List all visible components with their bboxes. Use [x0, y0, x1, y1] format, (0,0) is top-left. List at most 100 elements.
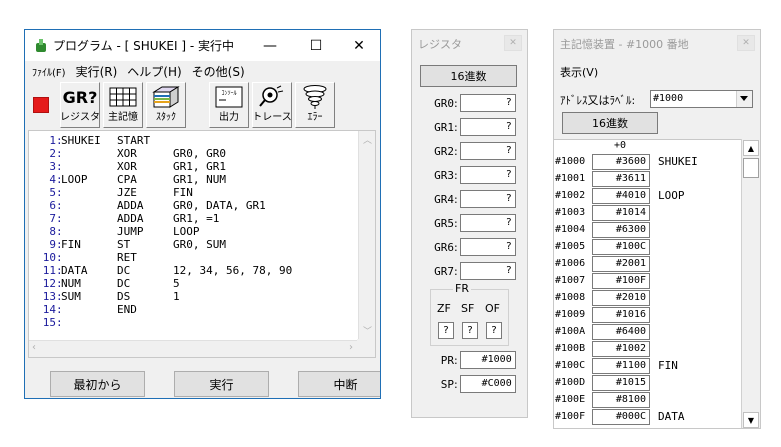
line-number: 11 — [42, 264, 56, 277]
memory-value[interactable]: #1016 — [592, 306, 650, 323]
sp-value: #C000 — [459, 375, 516, 393]
memory-grid-icon — [108, 84, 138, 110]
code-line[interactable]: 6: ADDA GR0, DATA, GR1 — [29, 199, 357, 212]
error-label: ｴﾗｰ — [307, 112, 323, 123]
toolbar: GR? レジスタ 主記憶 ｽﾀｯｸ ｺﾝｿｰﾙ 出力 トレース ｴﾗｰ — [25, 81, 380, 131]
memory-hex-button[interactable]: 16進数 — [562, 112, 658, 134]
scroll-down-icon[interactable]: ▼ — [743, 412, 759, 428]
restart-button[interactable]: 最初から — [50, 371, 145, 397]
code-line[interactable]: 12: NUM DC 5 — [29, 277, 357, 290]
code-horizontal-scrollbar[interactable]: ‹ › — [29, 340, 357, 357]
memory-value[interactable]: #3611 — [592, 170, 650, 187]
memory-value[interactable]: #100F — [592, 272, 650, 289]
memory-address: #1006 — [555, 258, 586, 269]
code-operand: 5 — [173, 277, 180, 290]
register-hex-button[interactable]: 16進数 — [420, 65, 517, 87]
memory-address: #1009 — [555, 309, 586, 320]
title-bar[interactable]: プログラム - [ SHUKEI ] - 実行中 — ☐ ✕ — [25, 30, 380, 61]
register-value: ? — [459, 166, 516, 184]
code-label: LOOP — [61, 173, 88, 186]
menu-file[interactable]: ﾌｧｲﾙ(F) — [32, 64, 66, 79]
register-button[interactable]: GR? レジスタ — [60, 82, 100, 128]
memory-value[interactable]: #6300 — [592, 221, 650, 238]
code-label — [61, 303, 117, 316]
error-button[interactable]: ｴﾗｰ — [295, 82, 335, 128]
memory-value[interactable]: #1014 — [592, 204, 650, 221]
line-number: 2 — [49, 147, 56, 160]
code-line[interactable]: 2: XOR GR0, GR0 — [29, 147, 357, 160]
register-colon: : — [454, 144, 458, 158]
memory-label: SHUKEI — [658, 155, 698, 168]
memory-vertical-scrollbar[interactable]: ▲ ▼ — [741, 139, 760, 428]
scroll-thumb[interactable] — [743, 158, 759, 178]
memory-label: LOOP — [658, 189, 685, 202]
memory-address: #1001 — [555, 173, 586, 184]
line-number: 5 — [49, 186, 56, 199]
output-button[interactable]: ｺﾝｿｰﾙ 出力 — [209, 82, 249, 128]
code-label: NUM — [61, 277, 81, 290]
code-line[interactable]: 3: XOR GR1, GR1 — [29, 160, 357, 173]
memory-value[interactable]: #1015 — [592, 374, 650, 391]
code-line[interactable]: 10: RET — [29, 251, 357, 264]
memory-value[interactable]: #6400 — [592, 323, 650, 340]
memory-value[interactable]: #1002 — [592, 340, 650, 357]
memory-button[interactable]: 主記憶 — [103, 82, 143, 128]
code-line[interactable]: 14: END — [29, 303, 357, 316]
register-row: GR0:? — [412, 93, 527, 113]
register-close-button[interactable]: ✕ — [504, 35, 522, 51]
register-value: ? — [459, 214, 516, 232]
code-operand: GR1, NUM — [173, 173, 226, 186]
register-colon: : — [454, 216, 458, 230]
stop-button[interactable]: 中断 — [298, 371, 380, 397]
memory-close-button[interactable]: ✕ — [737, 35, 755, 51]
memory-value[interactable]: #3600 — [592, 153, 650, 170]
memory-value[interactable]: #4010 — [592, 187, 650, 204]
register-colon: : — [454, 120, 458, 134]
memory-value[interactable]: #1100 — [592, 357, 650, 374]
code-opcode: ST — [117, 238, 131, 251]
code-line[interactable]: 11: DATA DC 12, 34, 56, 78, 90 — [29, 264, 357, 277]
memory-value[interactable]: #2010 — [592, 289, 650, 306]
source-code-view[interactable]: 1: SHUKEI START 2: XOR GR0, GR0 3: XOR GR1, GR1 4… — [28, 130, 376, 358]
stop-indicator-icon[interactable] — [33, 97, 49, 113]
address-combobox[interactable]: #1000 — [650, 90, 753, 108]
trace-button[interactable]: トレース — [252, 82, 292, 128]
of-value: ? — [486, 322, 502, 339]
address-value: #1000 — [653, 93, 684, 104]
code-line[interactable]: 9: FIN ST GR0, SUM — [29, 238, 357, 251]
stack-button[interactable]: ｽﾀｯｸ — [146, 82, 186, 128]
memory-value[interactable]: #000C — [592, 408, 650, 425]
code-label — [61, 186, 117, 199]
menu-other[interactable]: その他(S) — [192, 63, 245, 80]
pr-row: PR : #1000 — [412, 350, 527, 370]
memory-value[interactable]: #8100 — [592, 391, 650, 408]
menu-help[interactable]: ヘルプ(H) — [127, 63, 181, 80]
register-colon: : — [454, 168, 458, 182]
code-line[interactable]: 4: LOOP CPA GR1, NUM — [29, 173, 357, 186]
scroll-up-icon[interactable]: ▲ — [743, 140, 759, 156]
memory-value[interactable]: #100C — [592, 238, 650, 255]
code-line[interactable]: 5: JZE FIN — [29, 186, 357, 199]
code-line[interactable]: 7: ADDA GR1, =1 — [29, 212, 357, 225]
maximize-button[interactable]: ☐ — [293, 30, 339, 61]
memory-title-bar[interactable]: 主記憶装置 - #1000 番地 ✕ — [554, 30, 760, 58]
code-line[interactable]: 13: SUM DS 1 — [29, 290, 357, 303]
code-label: DATA — [61, 264, 88, 277]
memory-address: #100D — [555, 377, 586, 388]
close-button[interactable]: ✕ — [336, 30, 380, 61]
chevron-down-icon[interactable] — [736, 91, 752, 107]
memory-row: #1003 #1014 — [554, 204, 742, 221]
register-title-bar[interactable]: レジスタ ✕ — [412, 30, 527, 58]
run-button[interactable]: 実行 — [174, 371, 269, 397]
memory-value[interactable]: #2001 — [592, 255, 650, 272]
code-line[interactable]: 15: — [29, 316, 357, 329]
code-opcode: JUMP — [117, 225, 144, 238]
code-line[interactable]: 8: JUMP LOOP — [29, 225, 357, 238]
minimize-button[interactable]: — — [247, 30, 293, 61]
code-line[interactable]: 1: SHUKEI START — [29, 134, 357, 147]
memory-row: #1001 #3611 — [554, 170, 742, 187]
menu-run[interactable]: 実行(R) — [76, 63, 118, 80]
code-vertical-scrollbar[interactable]: ︿ ﹀ — [358, 131, 375, 339]
menu-view[interactable]: 表示(V) — [560, 64, 598, 80]
code-opcode: XOR — [117, 147, 137, 160]
